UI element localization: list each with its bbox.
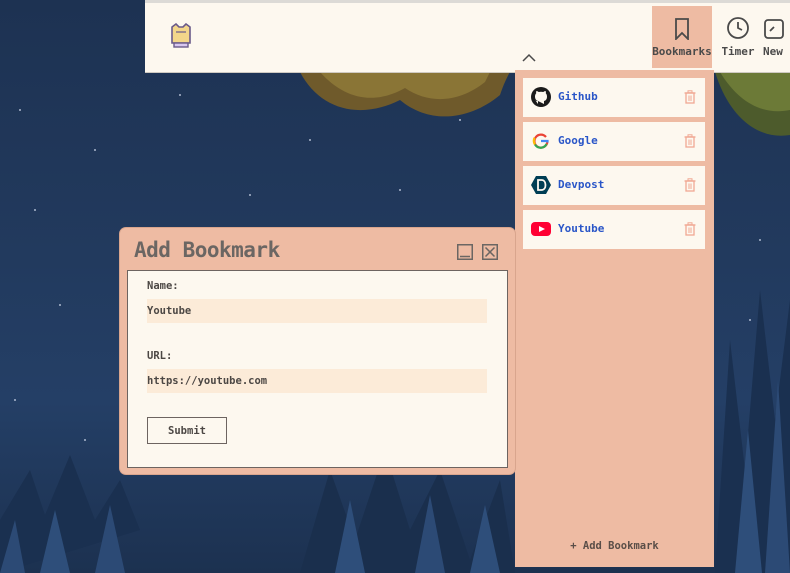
submit-button[interactable]: Submit	[147, 417, 227, 444]
name-input[interactable]: Youtube	[147, 299, 487, 323]
devpost-icon	[531, 176, 551, 194]
chevron-up-icon	[522, 53, 536, 62]
bookmark-label-github: Github	[558, 90, 598, 103]
bookmark-item-github[interactable]: Github	[523, 78, 705, 117]
bookmark-label-google: Google	[558, 134, 598, 147]
url-label: URL:	[147, 350, 173, 362]
google-icon	[532, 133, 549, 149]
dialog-title: Add Bookmark	[134, 238, 280, 262]
nav-bookmarks-label: Bookmarks	[652, 45, 712, 58]
nav-new-label: New	[763, 45, 783, 58]
bookmark-item-google[interactable]: Google	[523, 122, 705, 161]
bookmark-label-youtube: Youtube	[558, 222, 605, 235]
nav-new-button[interactable]: New	[763, 6, 790, 68]
nav-timer-button[interactable]: Timer	[719, 6, 757, 68]
trash-icon[interactable]	[684, 90, 696, 104]
logo-icon	[169, 22, 193, 51]
name-label: Name:	[147, 280, 179, 292]
new-tab-icon	[764, 19, 784, 39]
trash-icon[interactable]	[684, 134, 696, 148]
minimize-icon[interactable]	[457, 244, 473, 260]
github-icon	[531, 87, 551, 107]
nav-bookmarks-button[interactable]: Bookmarks	[652, 6, 712, 68]
top-bar: Bookmarks Timer New	[145, 0, 790, 72]
youtube-icon	[531, 222, 551, 236]
bookmark-item-devpost[interactable]: Devpost	[523, 166, 705, 205]
add-bookmark-dialog: Add Bookmark Name: Youtube URL: https://…	[120, 228, 515, 474]
bookmark-item-youtube[interactable]: Youtube	[523, 210, 705, 249]
close-icon[interactable]	[482, 244, 498, 260]
add-bookmark-link[interactable]: + Add Bookmark	[515, 540, 714, 552]
bookmarks-panel: Github Google Devpost Youtube + Add Book…	[515, 70, 714, 567]
dialog-body: Name: Youtube URL: https://youtube.com S…	[127, 270, 508, 468]
bookmark-label-devpost: Devpost	[558, 178, 605, 191]
bookmark-icon	[675, 18, 689, 40]
trash-icon[interactable]	[684, 222, 696, 236]
trash-icon[interactable]	[684, 178, 696, 192]
clock-icon	[727, 17, 749, 39]
url-input[interactable]: https://youtube.com	[147, 369, 487, 393]
nav-timer-label: Timer	[721, 45, 755, 58]
